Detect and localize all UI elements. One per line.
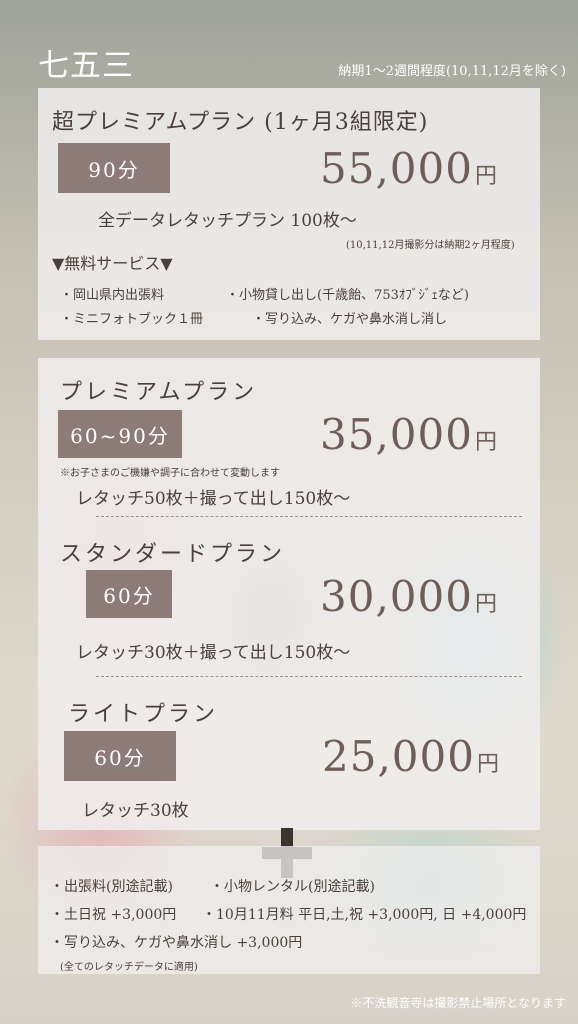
plan-description: レタッチ30枚 bbox=[82, 801, 189, 821]
plan-description: 全データレタッチプラン 100枚〜 bbox=[98, 211, 357, 231]
duration-badge: 60分 bbox=[64, 731, 176, 781]
divider bbox=[96, 516, 522, 517]
plan-name: プレミアムプラン bbox=[60, 380, 258, 405]
extra-item: ・写り込み、ケガや鼻水消し +3,000円 bbox=[50, 935, 303, 951]
service-item: ・小物貸し出し(千歳飴、753ｵﾌﾞｼﾞｪなど) bbox=[226, 288, 469, 303]
yen-unit: 円 bbox=[474, 592, 498, 617]
plan-name: 超プレミアムプラン (1ヶ月3組限定) bbox=[52, 110, 429, 135]
plan-note: ※お子さまのご機嫌や調子に合わせて変動します bbox=[60, 468, 280, 479]
premium-plus-panel: 超プレミアムプラン (1ヶ月3組限定) 90分 55,000円 全データレタッチ… bbox=[38, 88, 540, 340]
price: 35,000円 bbox=[320, 410, 498, 459]
price: 30,000円 bbox=[320, 572, 498, 621]
price-value: 35,000 bbox=[320, 410, 473, 459]
price-value: 30,000 bbox=[320, 572, 473, 621]
page-title: 七五三 bbox=[38, 48, 134, 84]
plan-name: ライトプラン bbox=[68, 702, 219, 727]
delivery-note: 納期1〜2週間程度(10,11,12月を除く) bbox=[338, 64, 566, 79]
yen-unit: 円 bbox=[474, 164, 498, 189]
plan-note: (10,11,12月撮影分は納期2ヶ月程度) bbox=[346, 240, 515, 251]
extra-item: ・出張料(別途記載) bbox=[50, 879, 173, 895]
plan-description: レタッチ50枚＋撮って出し150枚〜 bbox=[76, 489, 351, 509]
yen-unit: 円 bbox=[474, 430, 498, 455]
price-value: 55,000 bbox=[320, 144, 473, 193]
extra-item: ・10月11月料 平日,土,祝 +3,000円, 日 +4,000円 bbox=[202, 907, 527, 923]
yen-unit: 円 bbox=[476, 752, 500, 777]
plan-description: レタッチ30枚＋撮って出し150枚〜 bbox=[76, 643, 351, 663]
plans-panel: プレミアムプラン 60~90分 35,000円 ※お子さまのご機嫌や調子に合わせ… bbox=[38, 358, 540, 830]
extras-note: (全てのレタッチデータに適用) bbox=[60, 962, 198, 973]
price: 55,000円 bbox=[320, 144, 498, 193]
price: 25,000円 bbox=[322, 732, 500, 781]
plan-name: スタンダードプラン bbox=[60, 542, 286, 567]
services-title: ▼無料サービス▼ bbox=[52, 254, 173, 273]
duration-badge: 60~90分 bbox=[58, 410, 182, 458]
extra-item: ・土日祝 +3,000円 bbox=[50, 907, 177, 923]
footer-note: ※不洗観音寺は撮影禁止場所となります bbox=[350, 996, 566, 1010]
service-item: ・ミニフォトブック１冊 bbox=[60, 312, 204, 327]
duration-badge: 90分 bbox=[58, 143, 170, 193]
service-item: ・写り込み、ケガや鼻水消し消し bbox=[252, 312, 448, 327]
service-item: ・岡山県内出張料 bbox=[60, 288, 165, 303]
divider bbox=[96, 676, 522, 677]
price-value: 25,000 bbox=[322, 732, 475, 781]
duration-badge: 60分 bbox=[86, 570, 172, 618]
extras-panel: ・出張料(別途記載) ・小物レンタル(別途記載) ・土日祝 +3,000円 ・1… bbox=[38, 846, 540, 974]
extra-item: ・小物レンタル(別途記載) bbox=[210, 879, 375, 895]
